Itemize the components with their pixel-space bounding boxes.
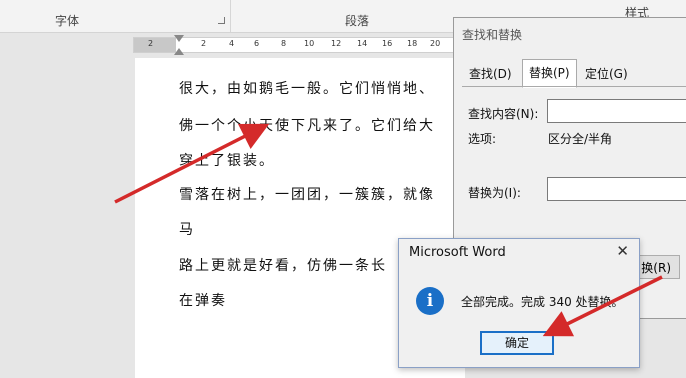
ruler-tick: 2 bbox=[148, 39, 154, 48]
ruler-tick: 4 bbox=[229, 39, 235, 48]
tab-find[interactable]: 查找(D) bbox=[463, 62, 518, 86]
font-group-label: 字体 bbox=[55, 14, 80, 28]
options-value: 区分全/半角 bbox=[548, 132, 613, 146]
document-line: 很大，由如鹅毛一般。它们悄悄地、 bbox=[179, 81, 435, 97]
message-box: Microsoft Word ✕ i 全部完成。完成 340 处替换。 确定 bbox=[398, 238, 640, 368]
ruler-tick: 18 bbox=[407, 39, 418, 48]
tab-divider bbox=[462, 86, 686, 87]
ruler-tick: 16 bbox=[382, 39, 393, 48]
find-what-label: 查找内容(N): bbox=[468, 107, 539, 121]
dialog-title: 查找和替换 bbox=[462, 28, 523, 42]
group-separator bbox=[230, 0, 231, 32]
ruler-tick: 12 bbox=[331, 39, 342, 48]
document-line: 雪落在树上，一团团，一簇簇，就像 bbox=[179, 187, 435, 203]
options-label: 选项: bbox=[468, 132, 497, 146]
message-box-body: i 全部完成。完成 340 处替换。 确定 bbox=[399, 269, 639, 367]
tab-goto[interactable]: 定位(G) bbox=[579, 62, 634, 86]
document-line: 穿上了银装。 bbox=[179, 153, 275, 169]
message-box-title: Microsoft Word bbox=[409, 245, 506, 260]
replace-with-input[interactable] bbox=[547, 177, 686, 201]
tab-replace[interactable]: 替换(P) bbox=[522, 59, 577, 88]
document-line: 马 bbox=[179, 222, 195, 238]
info-icon: i bbox=[416, 287, 444, 315]
ruler-tick: 20 bbox=[430, 39, 441, 48]
ruler-tick: 8 bbox=[281, 39, 287, 48]
close-icon[interactable]: ✕ bbox=[616, 242, 629, 260]
document-line: 在弹奏 bbox=[179, 293, 227, 309]
document-line: 路上更就是好看，仿佛一条长 bbox=[179, 258, 387, 274]
replace-with-label: 替换为(I): bbox=[468, 186, 521, 200]
ok-button[interactable]: 确定 bbox=[480, 331, 554, 355]
find-what-input[interactable] bbox=[547, 99, 686, 123]
ruler-tick: 6 bbox=[254, 39, 260, 48]
ruler-tick: 10 bbox=[304, 39, 315, 48]
ruler-margin bbox=[134, 38, 176, 52]
ruler-tick: 2 bbox=[201, 39, 207, 48]
paragraph-group-label: 段落 bbox=[345, 14, 370, 28]
font-dialog-launcher-icon[interactable] bbox=[218, 17, 225, 24]
document-line: 佛一个个小天使下凡来了。它们给大 bbox=[179, 118, 435, 134]
message-text: 全部完成。完成 340 处替换。 bbox=[461, 295, 624, 309]
first-line-indent-marker[interactable] bbox=[174, 35, 184, 42]
ruler-tick: 14 bbox=[357, 39, 368, 48]
horizontal-ruler[interactable]: 2 2 4 6 8 10 12 14 16 18 20 bbox=[133, 35, 455, 55]
hanging-indent-marker[interactable] bbox=[174, 48, 184, 55]
